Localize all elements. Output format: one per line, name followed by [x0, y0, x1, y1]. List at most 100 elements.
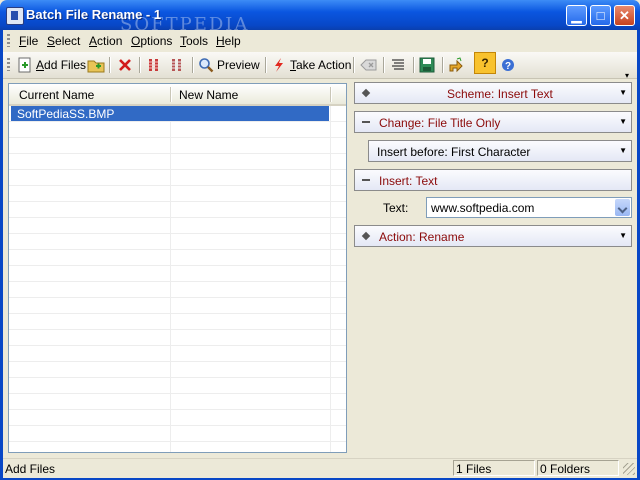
menu-help[interactable]: Help: [216, 34, 241, 48]
menu-tools[interactable]: Tools: [180, 34, 208, 48]
export-button[interactable]: [448, 56, 464, 74]
change-section[interactable]: Change: File Title Only ▼: [354, 111, 632, 133]
maximize-button[interactable]: □: [590, 5, 611, 26]
menu-tools-label: ools: [186, 34, 209, 48]
file-list-rows: SoftPediaSS.BMP: [9, 106, 346, 452]
menu-select-label: elect: [55, 34, 81, 48]
take-action-text: ake Action: [296, 58, 352, 72]
resize-grip-icon[interactable]: [623, 463, 635, 475]
minimize-button[interactable]: ▁: [566, 5, 587, 26]
column-divider[interactable]: [170, 87, 172, 102]
change-label: Change: File Title Only: [379, 116, 501, 130]
close-button[interactable]: ✕: [614, 5, 635, 26]
file-list-header: Current Name New Name: [9, 84, 346, 106]
column-new-name[interactable]: New Name: [179, 88, 238, 102]
menu-options-accel: O: [131, 34, 141, 48]
insert-section[interactable]: Insert: Text: [354, 169, 632, 191]
dropdown-arrow-icon: ▼: [619, 117, 627, 126]
toolbar-separator: [383, 57, 385, 73]
text-align-icon: [390, 57, 406, 73]
take-action-button[interactable]: Take Action: [271, 56, 351, 74]
info-circle-icon: ?: [500, 57, 516, 73]
column-current-name[interactable]: Current Name: [19, 88, 94, 102]
close-icon: ✕: [619, 8, 630, 23]
diamond-bullet-icon: [361, 88, 371, 98]
list-red-icon: [146, 57, 162, 73]
toolbar-separator: [413, 57, 415, 73]
toolbar-grip[interactable]: [7, 58, 10, 71]
menu-help-accel: H: [216, 34, 225, 48]
collapse-dash-icon: [362, 121, 370, 123]
insert-label: Insert: Text: [379, 174, 438, 188]
menu-action-label: ction: [97, 34, 123, 48]
menu-bar: File Select Action Options Tools Help: [3, 30, 637, 51]
text-field-label: Text:: [383, 201, 409, 215]
export-arrow-icon: [448, 57, 464, 73]
insert-before-dropdown[interactable]: Insert before: First Character ▼: [368, 140, 632, 162]
collapse-dash-icon: [362, 179, 370, 181]
toolbar: Add Files Preview Take Action ? ? ▾: [3, 52, 637, 80]
svg-text:?: ?: [505, 61, 511, 72]
menu-options[interactable]: Options: [131, 34, 172, 48]
floppy-disk-icon: [419, 57, 435, 73]
add-files-button[interactable]: Add Files: [17, 56, 86, 74]
status-bar: Add Files 1 Files 0 Folders: [3, 458, 637, 478]
menu-file[interactable]: File: [19, 34, 38, 48]
files-count: 1 Files: [456, 462, 492, 476]
help-button[interactable]: ?: [474, 52, 496, 74]
combo-dropdown-icon[interactable]: [615, 199, 630, 216]
toolbar-separator: [109, 57, 111, 73]
scheme-label: Scheme: Insert Text: [447, 87, 553, 101]
lightning-icon: [271, 57, 287, 73]
column-divider[interactable]: [330, 87, 332, 102]
action-dropdown[interactable]: Action: Rename ▼: [354, 225, 632, 247]
insert-before-label: Insert before: First Character: [377, 145, 531, 159]
add-files-label: Add Files: [36, 58, 86, 72]
clear-names-button[interactable]: [169, 56, 185, 74]
menu-select-accel: S: [47, 34, 56, 48]
menu-file-label: ile: [26, 34, 39, 48]
cell-current-name: SoftPediaSS.BMP: [17, 107, 115, 121]
take-action-label: Take Action: [290, 58, 351, 72]
save-button[interactable]: [419, 56, 435, 74]
menubar-grip[interactable]: [7, 34, 10, 47]
add-files-text: dd Files: [44, 58, 87, 72]
action-label: Action: Rename: [379, 230, 465, 244]
dropdown-arrow-icon: ▼: [619, 146, 627, 155]
clear-list-button[interactable]: [146, 56, 162, 74]
folders-count-panel: 0 Folders: [537, 460, 619, 476]
table-row[interactable]: SoftPediaSS.BMP: [11, 106, 329, 121]
add-file-icon: [17, 57, 33, 73]
menu-action-accel: A: [89, 34, 98, 48]
text-input-value: www.softpedia.com: [431, 201, 535, 215]
grid-line: [330, 106, 331, 452]
diamond-bullet-icon: [361, 231, 371, 241]
status-message: Add Files: [5, 462, 56, 476]
folders-count: 0 Folders: [540, 462, 591, 476]
preview-button[interactable]: Preview: [198, 56, 260, 74]
backspace-icon: [360, 57, 377, 73]
file-list[interactable]: Current Name New Name SoftPediaSS.BMP: [8, 83, 347, 453]
dropdown-arrow-icon: ▼: [619, 88, 627, 97]
toolbar-separator: [442, 57, 444, 73]
remove-button[interactable]: [117, 56, 133, 74]
align-button[interactable]: [390, 56, 406, 74]
grid-line: [170, 106, 171, 452]
files-count-panel: 1 Files: [453, 460, 535, 476]
undo-button[interactable]: [360, 56, 377, 74]
toolbar-separator: [353, 57, 355, 73]
help-question-icon: ?: [474, 52, 496, 74]
toolbar-separator: [192, 57, 194, 73]
rename-options-panel: Scheme: Insert Text ▼ Change: File Title…: [354, 82, 633, 456]
text-input[interactable]: www.softpedia.com: [426, 197, 632, 218]
menu-options-label: ptions: [140, 34, 173, 48]
dropdown-arrow-icon: ▼: [619, 231, 627, 240]
app-icon[interactable]: [6, 7, 24, 25]
list-grey-icon: [169, 57, 185, 73]
chevron-down-icon: ▾: [625, 70, 630, 80]
about-button[interactable]: ?: [500, 56, 516, 74]
menu-action[interactable]: Action: [89, 34, 122, 48]
menu-select[interactable]: Select: [47, 34, 80, 48]
scheme-dropdown[interactable]: Scheme: Insert Text ▼: [354, 82, 632, 104]
add-folder-button[interactable]: [87, 56, 105, 74]
